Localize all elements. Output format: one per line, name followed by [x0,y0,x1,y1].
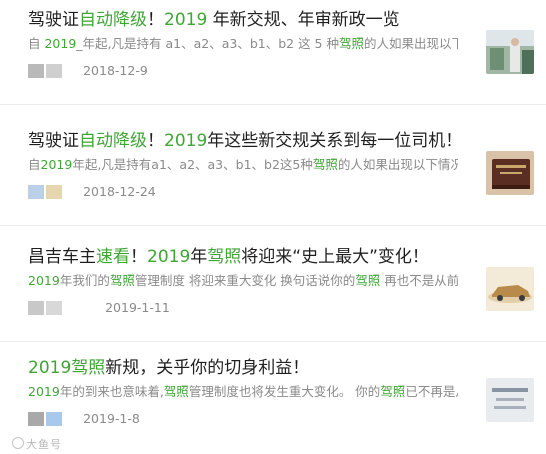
article-summary: 自2019年起,凡是持有a1、a2、a3、b1、b2这5种驾照的人如果出现以下情… [28,157,458,172]
article-meta: 2019-1-11 [28,297,170,315]
watermark: 大鱼号 [12,436,62,452]
article-title[interactable]: 昌吉车主速看！2019年驾照将迎来“史上最大”变化！ [28,245,429,269]
article-date: 2019-1-11 [105,300,170,315]
article-summary: 2019年的到来也意味着,驾照管理制度也将发生重大变化。 你的驾照已不再是从..… [28,384,458,399]
source-avatar [28,411,44,426]
fish-icon [12,437,24,449]
article-date: 2019-1-8 [83,411,140,426]
source-avatar [46,300,62,315]
article-meta: 2018-12-24 [28,181,156,199]
article-meta: 2019-1-8 [28,408,140,426]
source-avatar [28,300,44,315]
license-thumbnail[interactable] [486,151,534,195]
article-summary: 自 2019_年起,凡是持有 a1、a2、a3、b1、b2 这 5 种驾照的人如… [28,36,458,51]
article-date: 2018-12-9 [83,63,148,78]
article-summary: 2019年我们的驾照管理制度 将迎来重大变化 换句话说你的驾照 再也不是从前..… [28,273,458,288]
article-item[interactable]: 昌吉车主速看！2019年驾照将迎来“史上最大”变化！ 2019年我们的驾照管理制… [0,245,546,342]
article-meta: 2018-12-9 [28,60,148,78]
source-avatar [46,184,62,199]
source-avatar [46,63,62,78]
car-thumbnail[interactable] [486,267,534,311]
article-title[interactable]: 驾驶证自动降级！2019 年新交规、年审新政一览 [28,8,400,32]
source-avatar [28,184,44,199]
article-item[interactable]: 驾驶证自动降级！2019年这些新交规关系到每一位司机！ 自2019年起,凡是持有… [0,129,546,226]
article-title[interactable]: 驾驶证自动降级！2019年这些新交规关系到每一位司机！ [28,129,462,153]
article-item[interactable]: 驾驶证自动降级！2019 年新交规、年审新政一览 自 2019_年起,凡是持有 … [0,8,546,105]
article-date: 2018-12-24 [83,184,156,199]
article-title[interactable]: 2019驾照新规，关乎你的切身利益！ [28,356,309,380]
article-item[interactable]: 2019驾照新规，关乎你的切身利益！ 2019年的到来也意味着,驾照管理制度也将… [0,356,546,452]
source-avatar [46,411,62,426]
photo-thumbnail[interactable] [486,30,534,74]
text-image-thumbnail[interactable] [486,378,534,422]
source-avatar [28,63,44,78]
